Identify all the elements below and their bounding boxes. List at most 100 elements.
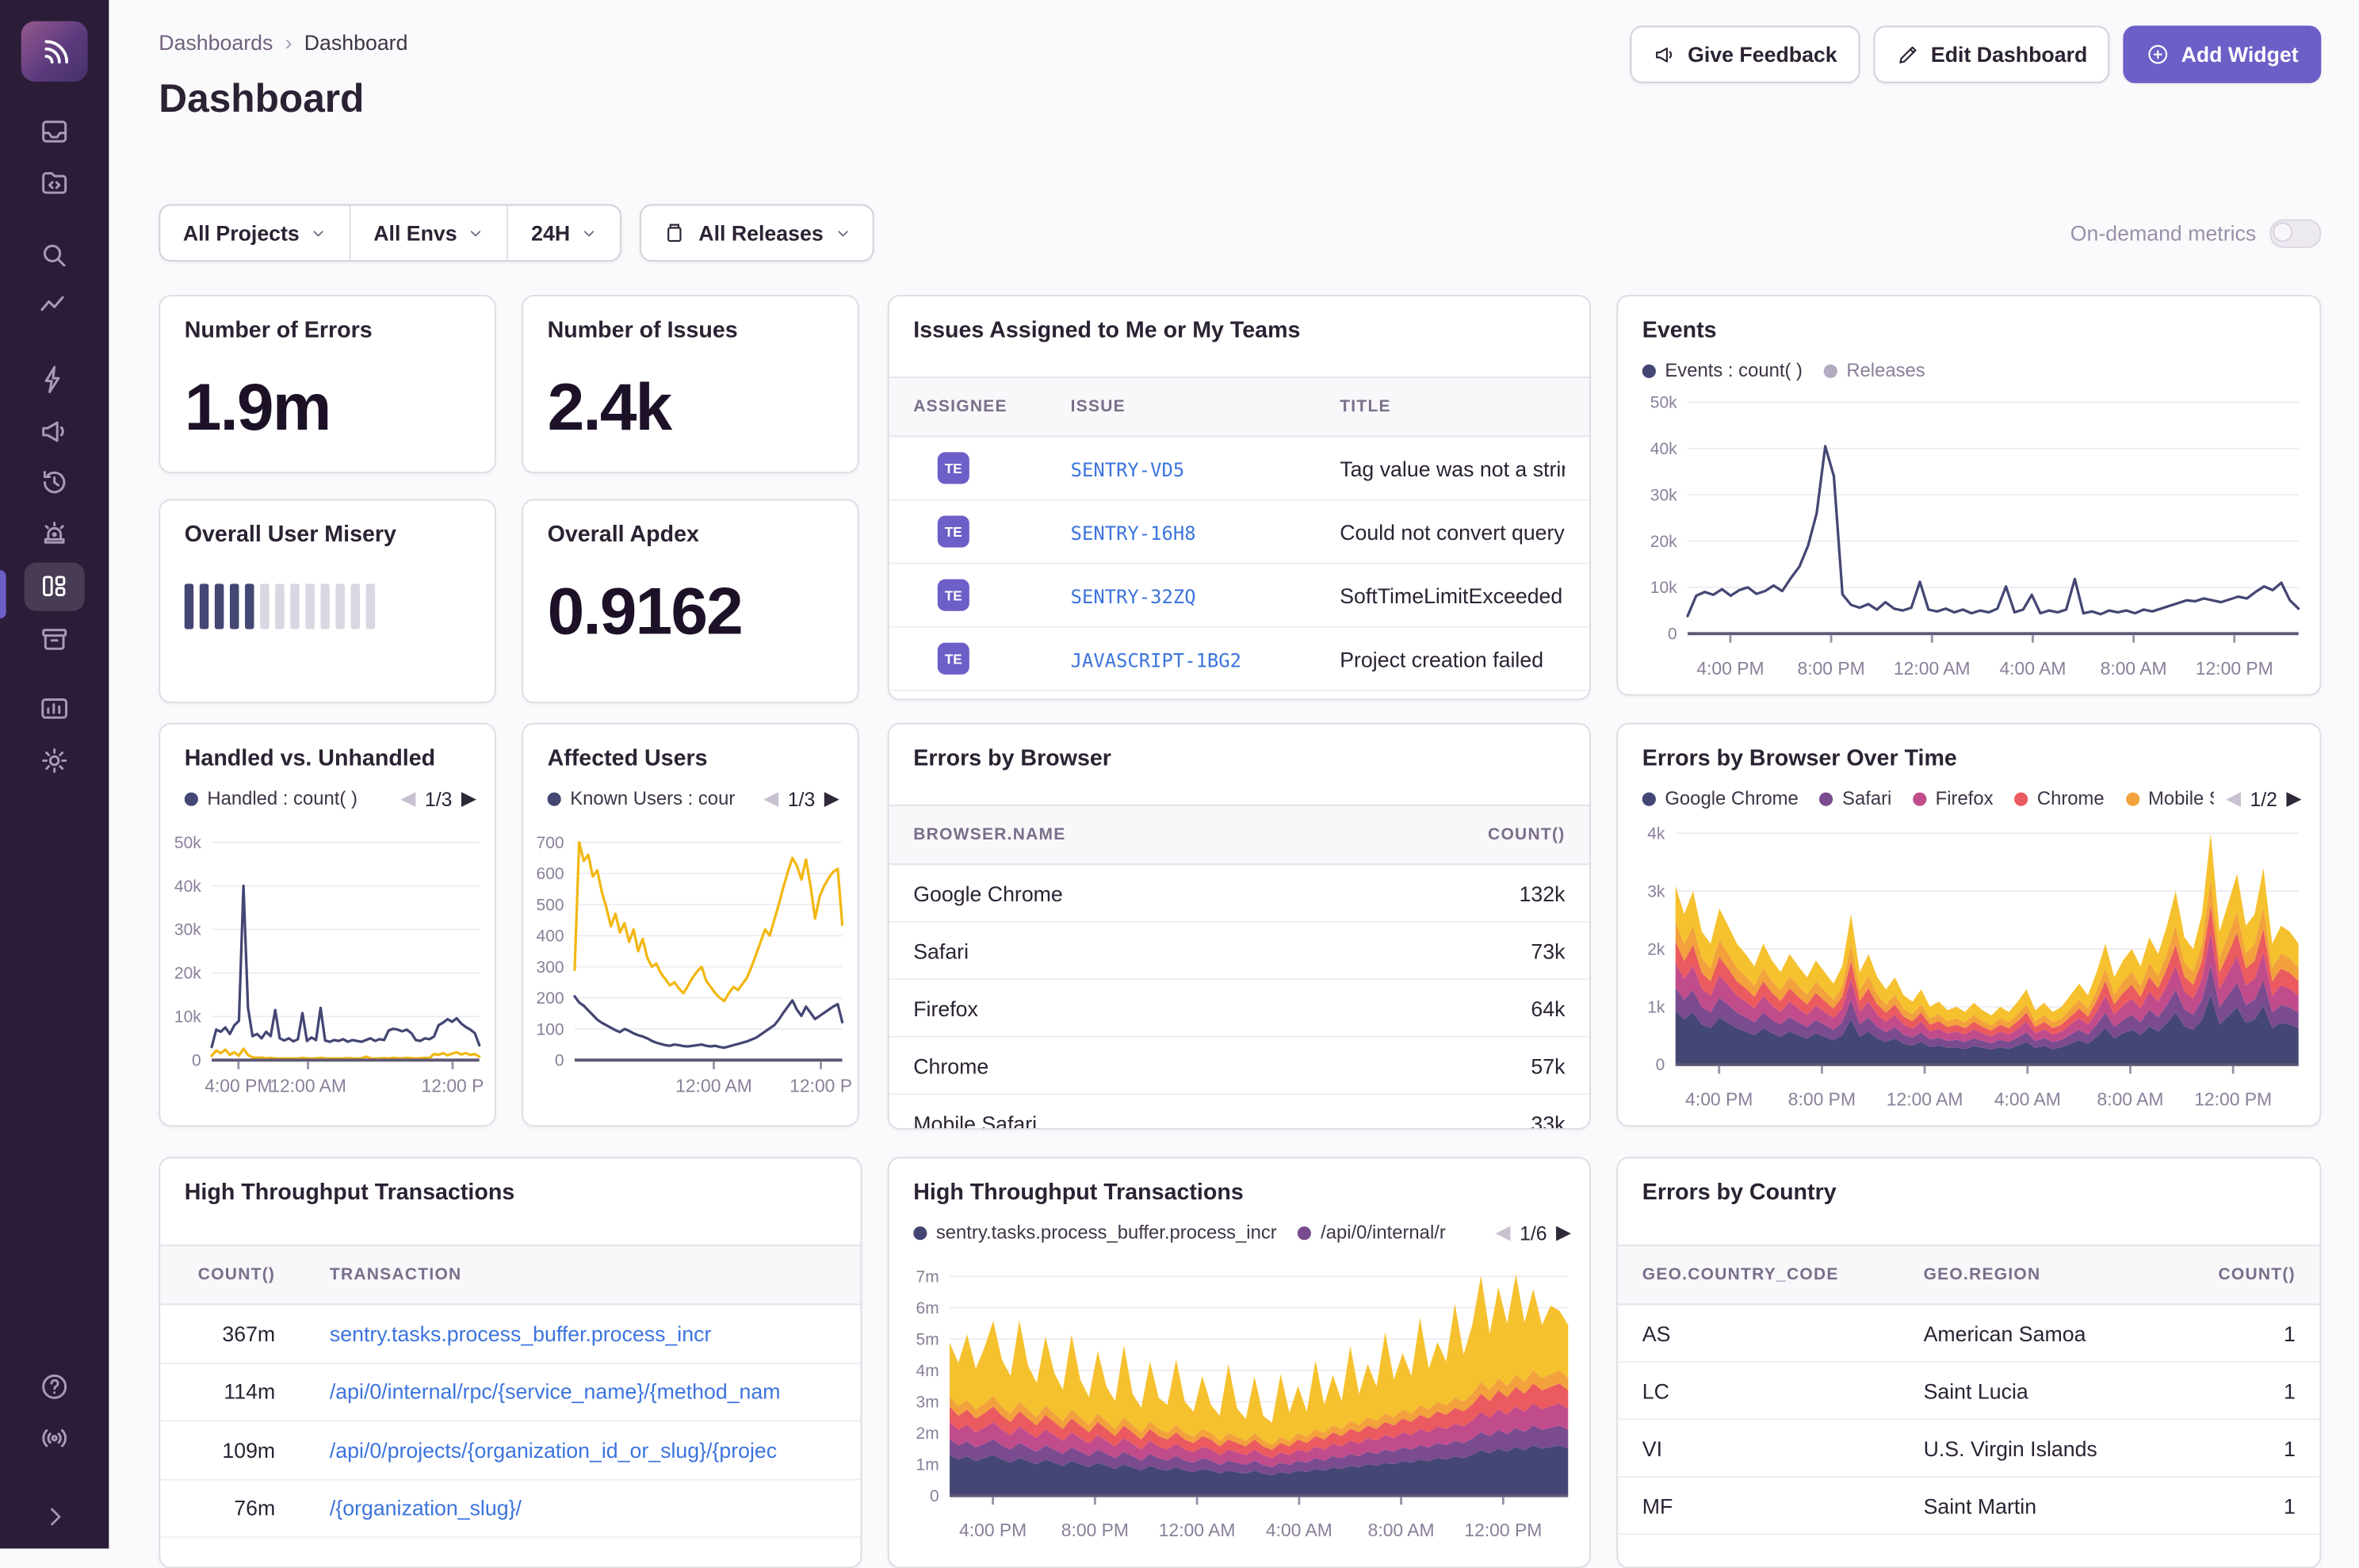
widget-number-of-issues[interactable]: Number of Issues 2.4k	[522, 295, 858, 473]
table-row[interactable]: 76m/{organization_slug}/	[160, 1480, 860, 1538]
widget-number-of-errors[interactable]: Number of Errors 1.9m	[159, 295, 495, 473]
widget-affected-users[interactable]: Affected Users Known Users : cour◀1/3▶ 0…	[522, 723, 858, 1126]
table-row[interactable]: Mobile Safari33k	[889, 1095, 1589, 1130]
column-header[interactable]: GEO.REGION	[1924, 1266, 2190, 1284]
breadcrumb-dashboards[interactable]: Dashboards	[159, 30, 273, 55]
transaction-link[interactable]: /api/0/projects/{organization_id_or_slug…	[330, 1438, 836, 1463]
sidebar-item-projects[interactable]	[25, 160, 85, 205]
table-row[interactable]: 367msentry.tasks.process_buffer.process_…	[160, 1305, 860, 1363]
sidebar-item-traces[interactable]	[25, 285, 85, 330]
sidebar-item-settings[interactable]	[25, 738, 85, 783]
column-header[interactable]: ASSIGNEE	[913, 398, 1070, 416]
legend-item[interactable]: Handled : count( )	[185, 788, 357, 809]
avatar[interactable]: TE	[938, 643, 969, 675]
column-header[interactable]: TRANSACTION	[330, 1266, 836, 1284]
sidebar-item-dashboards[interactable]	[25, 563, 85, 611]
project-filter[interactable]: All Projects	[160, 205, 350, 260]
legend-item[interactable]: Firefox	[1913, 788, 1993, 809]
table-row[interactable]: Google Chrome132k	[889, 865, 1589, 922]
sidebar-item-issues[interactable]	[25, 109, 85, 154]
transaction-link[interactable]: /{organization_slug}/	[330, 1496, 836, 1520]
column-header[interactable]: TITLE	[1340, 398, 1565, 416]
transaction-link[interactable]: sentry.tasks.process_buffer.process_incr	[330, 1321, 836, 1346]
legend-item[interactable]: Safari	[1819, 788, 1891, 809]
widget-high-throughput-chart[interactable]: High Throughput Transactions sentry.task…	[888, 1157, 1591, 1568]
column-header[interactable]: GEO.COUNTRY_CODE	[1642, 1266, 1924, 1284]
table-row[interactable]: Firefox64k	[889, 980, 1589, 1037]
legend-item[interactable]: Events : count( )	[1642, 360, 1803, 381]
widget-high-throughput-table[interactable]: High Throughput Transactions COUNT()TRAN…	[159, 1157, 862, 1568]
chevron-down-icon	[468, 224, 484, 241]
table-row[interactable]: TESENTRY-VD5Tag value was not a string	[889, 437, 1589, 500]
next-series-icon[interactable]: ▶	[461, 786, 476, 811]
avatar[interactable]: TE	[938, 516, 969, 548]
give-feedback-button[interactable]: Give Feedback	[1631, 25, 1860, 82]
widget-user-misery[interactable]: Overall User Misery	[159, 499, 495, 704]
widget-issues-assigned[interactable]: Issues Assigned to Me or My Teams ASSIGN…	[888, 295, 1591, 700]
avatar[interactable]: TE	[938, 579, 969, 611]
sidebar-item-performance[interactable]	[25, 357, 85, 402]
issue-link[interactable]: SENTRY-16H8	[1071, 521, 1196, 544]
count-cell: 57k	[1429, 1054, 1566, 1078]
table-row[interactable]: ASAmerican Samoa1	[1618, 1305, 2319, 1362]
legend-item[interactable]: Releases	[1824, 360, 1925, 381]
column-header[interactable]: COUNT()	[1429, 826, 1566, 844]
column-header[interactable]: ISSUE	[1071, 398, 1340, 416]
table-row[interactable]: Chrome57k	[889, 1038, 1589, 1095]
widget-errors-by-browser-over-time[interactable]: Errors by Browser Over Time Google Chrom…	[1616, 723, 2321, 1126]
next-series-icon[interactable]: ▶	[2286, 786, 2301, 811]
column-header[interactable]: BROWSER.NAME	[913, 826, 1429, 844]
widget-handled-vs-unhandled[interactable]: Handled vs. Unhandled Handled : count( )…	[159, 723, 495, 1126]
table-row[interactable]: LCSaint Lucia1	[1618, 1363, 2319, 1420]
issue-link[interactable]: SENTRY-VD5	[1071, 457, 1185, 480]
environment-filter[interactable]: All Envs	[351, 205, 507, 260]
next-series-icon[interactable]: ▶	[1556, 1221, 1571, 1245]
ondemand-metrics-toggle[interactable]	[2269, 219, 2321, 247]
table-row[interactable]: TEJAVASCRIPT-1BG2Project creation failed	[889, 628, 1589, 691]
table-row[interactable]: MFSaint Martin1	[1618, 1478, 2319, 1535]
add-widget-button[interactable]: Add Widget	[2124, 25, 2321, 82]
releases-filter[interactable]: All Releases	[640, 205, 875, 262]
sidebar-item-help[interactable]	[25, 1363, 85, 1409]
avatar[interactable]: TE	[938, 452, 969, 484]
issue-link[interactable]: JAVASCRIPT-1BG2	[1071, 648, 1241, 671]
widget-apdex[interactable]: Overall Apdex 0.9162	[522, 499, 858, 704]
widget-title: Errors by Country	[1618, 1158, 2319, 1205]
legend-item[interactable]: Google Chrome	[1642, 788, 1799, 809]
prev-series-icon[interactable]: ◀	[400, 786, 415, 811]
sidebar-item-alerts[interactable]	[25, 511, 85, 556]
issue-link[interactable]: SENTRY-32ZQ	[1071, 584, 1196, 607]
widget-events-chart[interactable]: Events Events : count( )Releases 010k20k…	[1616, 295, 2321, 696]
table-row[interactable]: VIU.S. Virgin Islands1	[1618, 1420, 2319, 1477]
table-row[interactable]: 114m/api/0/internal/rpc/{service_name}/{…	[160, 1363, 860, 1421]
sentry-logo[interactable]	[21, 21, 88, 82]
transaction-link[interactable]: /api/0/internal/rpc/{service_name}/{meth…	[330, 1379, 836, 1404]
sidebar-item-replays[interactable]	[25, 460, 85, 505]
widget-errors-by-browser[interactable]: Errors by Browser BROWSER.NAMECOUNT()Goo…	[888, 723, 1591, 1130]
prev-series-icon[interactable]: ◀	[1496, 1221, 1511, 1245]
legend-item[interactable]: Known Users : cour	[548, 788, 736, 809]
sidebar-item-search[interactable]	[25, 233, 85, 278]
column-header[interactable]: COUNT()	[185, 1266, 275, 1284]
legend-item[interactable]: /api/0/internal/r	[1298, 1222, 1445, 1243]
misery-gauge-bar	[351, 583, 360, 629]
prev-series-icon[interactable]: ◀	[2226, 786, 2241, 811]
prev-series-icon[interactable]: ◀	[763, 786, 778, 811]
next-series-icon[interactable]: ▶	[824, 786, 839, 811]
legend-item[interactable]: sentry.tasks.process_buffer.process_incr	[913, 1222, 1277, 1243]
edit-dashboard-button[interactable]: Edit Dashboard	[1873, 25, 2109, 82]
sidebar-item-feedback[interactable]	[25, 408, 85, 453]
column-header[interactable]: COUNT()	[2189, 1266, 2296, 1284]
time-range-filter[interactable]: 24H	[509, 205, 621, 260]
table-row[interactable]: TESENTRY-16H8Could not convert query	[889, 500, 1589, 564]
sidebar-item-whats-new[interactable]	[25, 1415, 85, 1460]
legend-item[interactable]: Chrome	[2014, 788, 2104, 809]
table-row[interactable]: Safari73k	[889, 923, 1589, 980]
sidebar-item-stats[interactable]	[25, 686, 85, 732]
table-row[interactable]: 109m/api/0/projects/{organization_id_or_…	[160, 1421, 860, 1479]
sidebar-collapse-toggle[interactable]	[25, 1493, 85, 1539]
widget-errors-by-country[interactable]: Errors by Country GEO.COUNTRY_CODEGEO.RE…	[1616, 1157, 2321, 1568]
legend-item[interactable]: Mobile S	[2125, 788, 2213, 809]
sidebar-item-releases[interactable]	[25, 617, 85, 662]
table-row[interactable]: TESENTRY-32ZQSoftTimeLimitExceeded	[889, 564, 1589, 628]
